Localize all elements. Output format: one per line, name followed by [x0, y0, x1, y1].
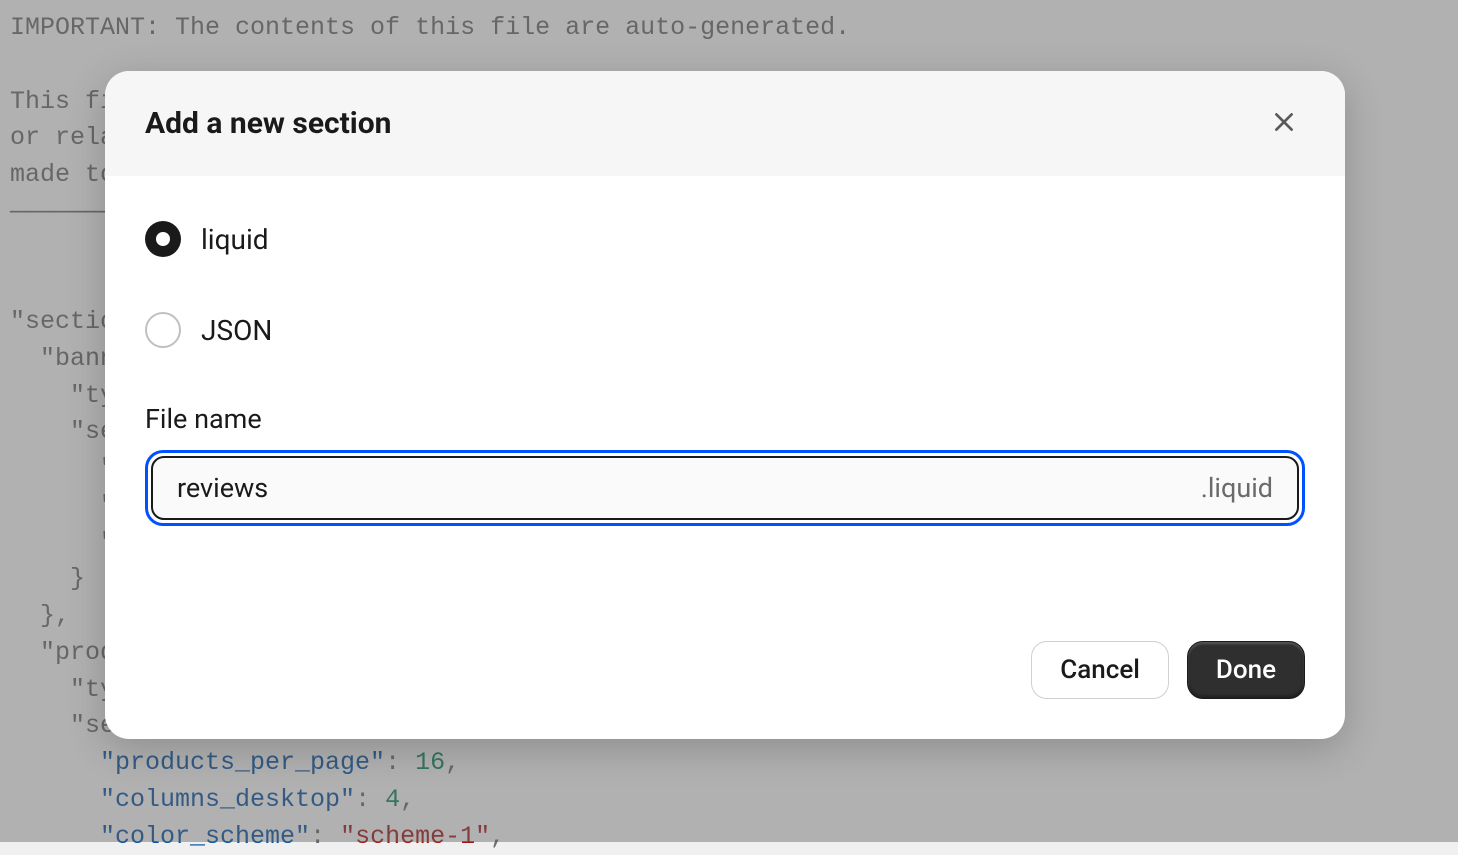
file-extension-label: .liquid: [1201, 472, 1273, 504]
filename-input-wrapper: .liquid: [145, 450, 1305, 526]
radio-label-liquid: liquid: [201, 223, 269, 256]
close-icon: [1271, 109, 1297, 138]
modal-title: Add a new section: [145, 106, 392, 141]
modal-footer: Cancel Done: [105, 621, 1345, 739]
modal-body: liquid JSON File name .liquid: [105, 176, 1345, 621]
cancel-button[interactable]: Cancel: [1031, 641, 1169, 699]
filename-input[interactable]: [177, 472, 1201, 504]
filename-input-inner: .liquid: [151, 456, 1299, 520]
add-section-modal: Add a new section liquid JSON File name …: [105, 71, 1345, 739]
radio-selected-icon: [145, 221, 181, 257]
radio-option-liquid[interactable]: liquid: [145, 221, 1305, 257]
modal-header: Add a new section: [105, 71, 1345, 176]
radio-option-json[interactable]: JSON: [145, 312, 1305, 348]
radio-label-json: JSON: [201, 314, 272, 347]
filename-label: File name: [145, 403, 1305, 435]
radio-unselected-icon: [145, 312, 181, 348]
done-button[interactable]: Done: [1187, 641, 1305, 699]
close-button[interactable]: [1263, 101, 1305, 146]
